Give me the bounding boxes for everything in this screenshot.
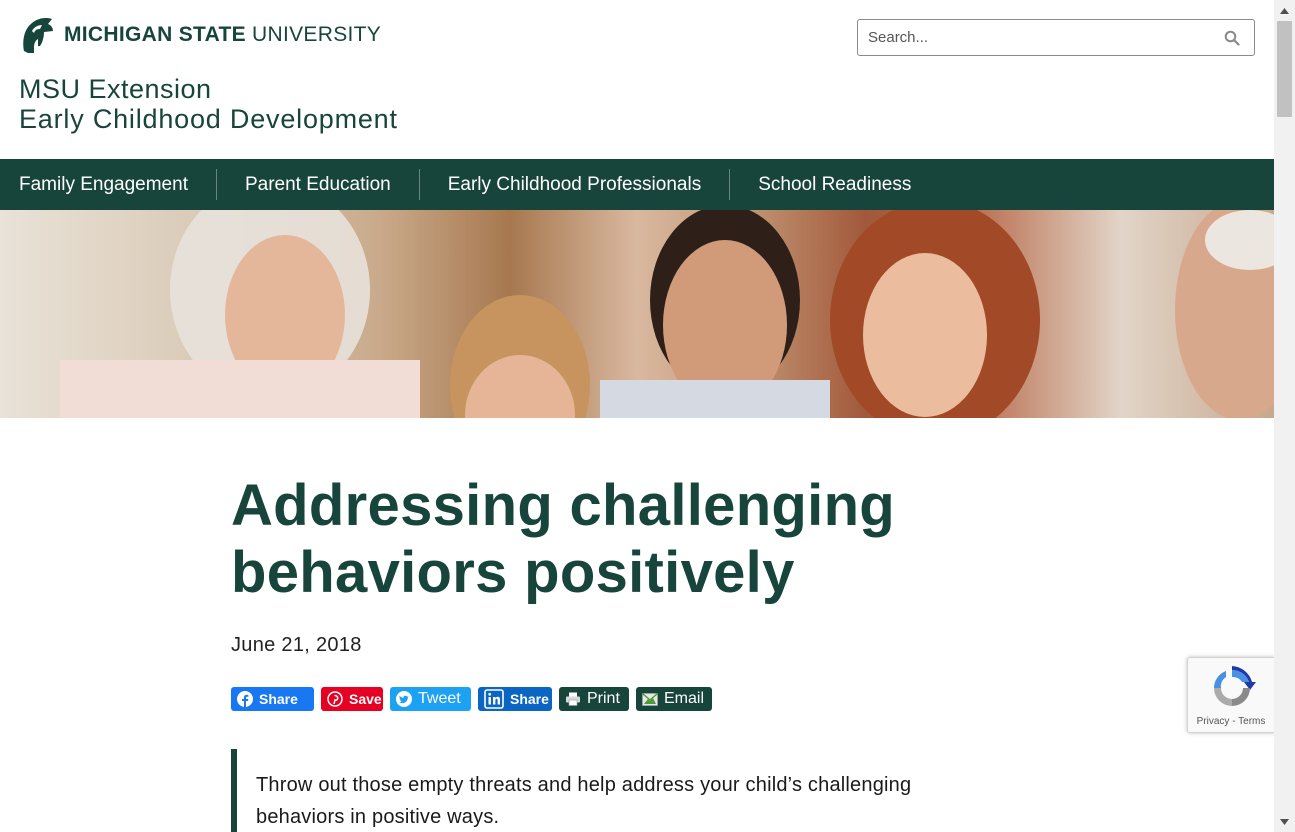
page: MICHIGAN STATE UNIVERSITY MSU Extension … <box>0 0 1274 832</box>
search-box <box>857 19 1255 56</box>
article-headline: Addressing challenging behaviors positiv… <box>231 473 896 605</box>
nav-item-parent-education[interactable]: Parent Education <box>217 169 420 200</box>
linkedin-share-label: Share <box>510 691 549 707</box>
pinterest-save-label: Save <box>349 691 382 707</box>
recaptcha-badge[interactable]: Privacy - Terms <box>1187 657 1275 733</box>
twitter-icon <box>396 691 412 707</box>
wordmark-bold: MICHIGAN STATE <box>64 23 246 46</box>
share-bar: Share Save Tweet Share Print Email <box>231 687 712 711</box>
hero-image <box>0 210 1274 418</box>
site-title-secondary: Early Childhood Development <box>19 104 398 134</box>
page-scrollbar[interactable] <box>1274 0 1295 832</box>
article-date: June 21, 2018 <box>231 634 362 656</box>
scroll-down-button[interactable] <box>1274 811 1295 832</box>
print-icon <box>565 692 581 706</box>
pinterest-icon <box>327 691 343 707</box>
recaptcha-terms[interactable]: Privacy - Terms <box>1188 716 1274 727</box>
nav-item-family-engagement[interactable]: Family Engagement <box>0 169 217 200</box>
hero-family-photo <box>60 210 1274 418</box>
twitter-tweet-button[interactable]: Tweet <box>390 687 471 711</box>
twitter-tweet-label: Tweet <box>418 690 461 707</box>
main-nav: Family Engagement Parent Education Early… <box>0 159 1274 210</box>
linkedin-share-button[interactable]: Share <box>478 687 552 711</box>
nav-item-early-childhood-professionals[interactable]: Early Childhood Professionals <box>420 169 731 200</box>
email-button[interactable]: Email <box>636 687 712 711</box>
facebook-share-label: Share <box>259 691 298 707</box>
recaptcha-icon <box>1214 666 1256 706</box>
email-icon <box>642 692 658 706</box>
search-icon <box>1224 30 1240 46</box>
email-label: Email <box>664 690 705 707</box>
site-title[interactable]: MSU Extension Early Childhood Developmen… <box>19 74 398 135</box>
scroll-up-arrow-icon <box>1280 7 1289 14</box>
site-title-primary: MSU Extension <box>19 74 212 104</box>
print-label: Print <box>587 690 620 707</box>
search-input[interactable] <box>858 20 1210 55</box>
facebook-icon <box>237 691 253 707</box>
pinterest-save-button[interactable]: Save <box>321 687 383 711</box>
facebook-share-button[interactable]: Share <box>231 687 314 711</box>
spartan-helmet-icon <box>23 18 53 53</box>
scrollbar-thumb[interactable] <box>1277 21 1292 117</box>
linkedin-icon <box>484 689 504 709</box>
scroll-down-arrow-icon <box>1280 818 1289 825</box>
print-button[interactable]: Print <box>559 687 629 711</box>
wordmark-light: UNIVERSITY <box>245 23 382 46</box>
msu-logo-link[interactable]: MICHIGAN STATE UNIVERSITY <box>18 15 381 55</box>
scroll-up-button[interactable] <box>1274 0 1295 21</box>
article-summary: Throw out those empty threats and help a… <box>231 749 931 832</box>
nav-item-school-readiness[interactable]: School Readiness <box>730 169 939 200</box>
msu-wordmark: MICHIGAN STATE UNIVERSITY <box>64 23 381 47</box>
search-button[interactable] <box>1210 20 1254 55</box>
